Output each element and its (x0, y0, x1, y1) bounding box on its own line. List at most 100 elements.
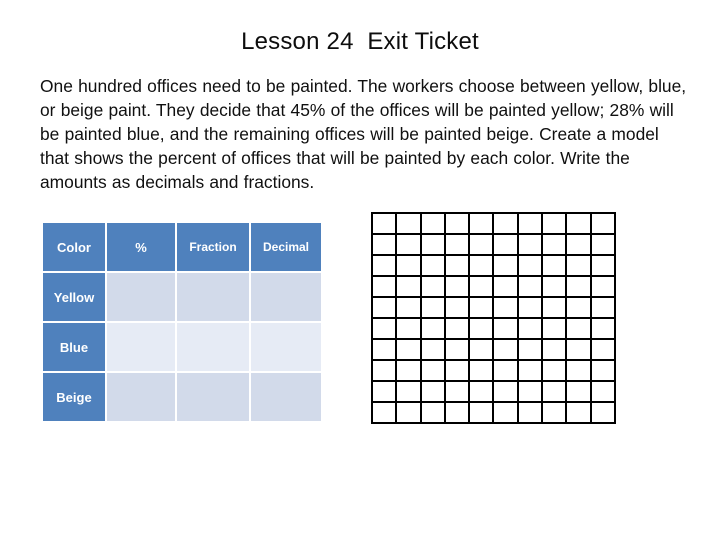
grid-cell[interactable] (373, 319, 398, 340)
grid-cell[interactable] (543, 319, 568, 340)
grid-cell[interactable] (470, 235, 495, 256)
grid-cell[interactable] (421, 319, 446, 340)
grid-cell[interactable] (567, 340, 592, 361)
grid-cell[interactable] (445, 319, 471, 340)
grid-cell[interactable] (421, 214, 446, 235)
grid-cell[interactable] (373, 256, 398, 277)
grid-cell[interactable] (494, 214, 519, 235)
grid-cell[interactable] (543, 403, 568, 424)
grid-cell[interactable] (543, 256, 568, 277)
grid-cell[interactable] (494, 382, 519, 403)
cell-blue-fraction[interactable] (177, 323, 249, 371)
grid-cell[interactable] (543, 235, 568, 256)
grid-cell[interactable] (470, 298, 495, 319)
grid-cell[interactable] (591, 235, 616, 256)
grid-cell[interactable] (373, 298, 398, 319)
grid-cell[interactable] (445, 403, 471, 424)
cell-beige-fraction[interactable] (177, 373, 249, 421)
grid-cell[interactable] (470, 277, 495, 298)
grid-cell[interactable] (421, 340, 446, 361)
grid-cell[interactable] (397, 403, 422, 424)
grid-cell[interactable] (373, 340, 398, 361)
grid-cell[interactable] (567, 214, 592, 235)
grid-cell[interactable] (470, 382, 495, 403)
grid-cell[interactable] (518, 235, 544, 256)
grid-cell[interactable] (373, 277, 398, 298)
grid-cell[interactable] (543, 277, 568, 298)
cell-blue-decimal[interactable] (251, 323, 321, 371)
grid-cell[interactable] (445, 340, 471, 361)
grid-cell[interactable] (518, 340, 544, 361)
grid-cell[interactable] (494, 340, 519, 361)
grid-cell[interactable] (445, 277, 471, 298)
grid-cell[interactable] (567, 235, 592, 256)
grid-cell[interactable] (397, 214, 422, 235)
grid-cell[interactable] (518, 319, 544, 340)
grid-cell[interactable] (591, 277, 616, 298)
grid-cell[interactable] (591, 382, 616, 403)
grid-cell[interactable] (494, 256, 519, 277)
grid-cell[interactable] (397, 361, 422, 382)
cell-yellow-percent[interactable] (107, 273, 175, 321)
grid-cell[interactable] (567, 319, 592, 340)
grid-cell[interactable] (373, 403, 398, 424)
grid-cell[interactable] (518, 403, 544, 424)
grid-cell[interactable] (445, 256, 471, 277)
cell-blue-percent[interactable] (107, 323, 175, 371)
grid-cell[interactable] (543, 214, 568, 235)
grid-cell[interactable] (591, 319, 616, 340)
grid-cell[interactable] (591, 340, 616, 361)
grid-cell[interactable] (543, 340, 568, 361)
grid-cell[interactable] (445, 214, 471, 235)
grid-cell[interactable] (518, 256, 544, 277)
cell-yellow-decimal[interactable] (251, 273, 321, 321)
grid-cell[interactable] (567, 277, 592, 298)
grid-cell[interactable] (567, 382, 592, 403)
grid-cell[interactable] (397, 319, 422, 340)
grid-cell[interactable] (421, 235, 446, 256)
grid-cell[interactable] (421, 277, 446, 298)
grid-cell[interactable] (494, 319, 519, 340)
grid-cell[interactable] (397, 256, 422, 277)
grid-cell[interactable] (470, 361, 495, 382)
grid-cell[interactable] (373, 214, 398, 235)
grid-cell[interactable] (591, 214, 616, 235)
grid-cell[interactable] (445, 382, 471, 403)
grid-cell[interactable] (518, 298, 544, 319)
grid-cell[interactable] (397, 277, 422, 298)
grid-cell[interactable] (373, 235, 398, 256)
grid-cell[interactable] (543, 298, 568, 319)
grid-cell[interactable] (470, 403, 495, 424)
grid-cell[interactable] (518, 382, 544, 403)
grid-cell[interactable] (445, 361, 471, 382)
grid-cell[interactable] (591, 256, 616, 277)
grid-cell[interactable] (397, 340, 422, 361)
grid-cell[interactable] (373, 382, 398, 403)
grid-cell[interactable] (470, 340, 495, 361)
grid-cell[interactable] (445, 235, 471, 256)
grid-cell[interactable] (494, 235, 519, 256)
grid-cell[interactable] (470, 256, 495, 277)
grid-cell[interactable] (470, 319, 495, 340)
grid-cell[interactable] (445, 298, 471, 319)
grid-cell[interactable] (543, 382, 568, 403)
grid-cell[interactable] (421, 403, 446, 424)
grid-cell[interactable] (494, 277, 519, 298)
grid-cell[interactable] (591, 298, 616, 319)
cell-yellow-fraction[interactable] (177, 273, 249, 321)
grid-cell[interactable] (494, 361, 519, 382)
grid-cell[interactable] (567, 256, 592, 277)
grid-cell[interactable] (567, 403, 592, 424)
grid-cell[interactable] (421, 361, 446, 382)
grid-cell[interactable] (518, 214, 544, 235)
grid-cell[interactable] (567, 298, 592, 319)
grid-cell[interactable] (543, 361, 568, 382)
grid-cell[interactable] (494, 298, 519, 319)
grid-cell[interactable] (494, 403, 519, 424)
cell-beige-percent[interactable] (107, 373, 175, 421)
grid-cell[interactable] (518, 361, 544, 382)
grid-cell[interactable] (591, 361, 616, 382)
grid-cell[interactable] (421, 256, 446, 277)
grid-cell[interactable] (421, 298, 446, 319)
grid-cell[interactable] (470, 214, 495, 235)
